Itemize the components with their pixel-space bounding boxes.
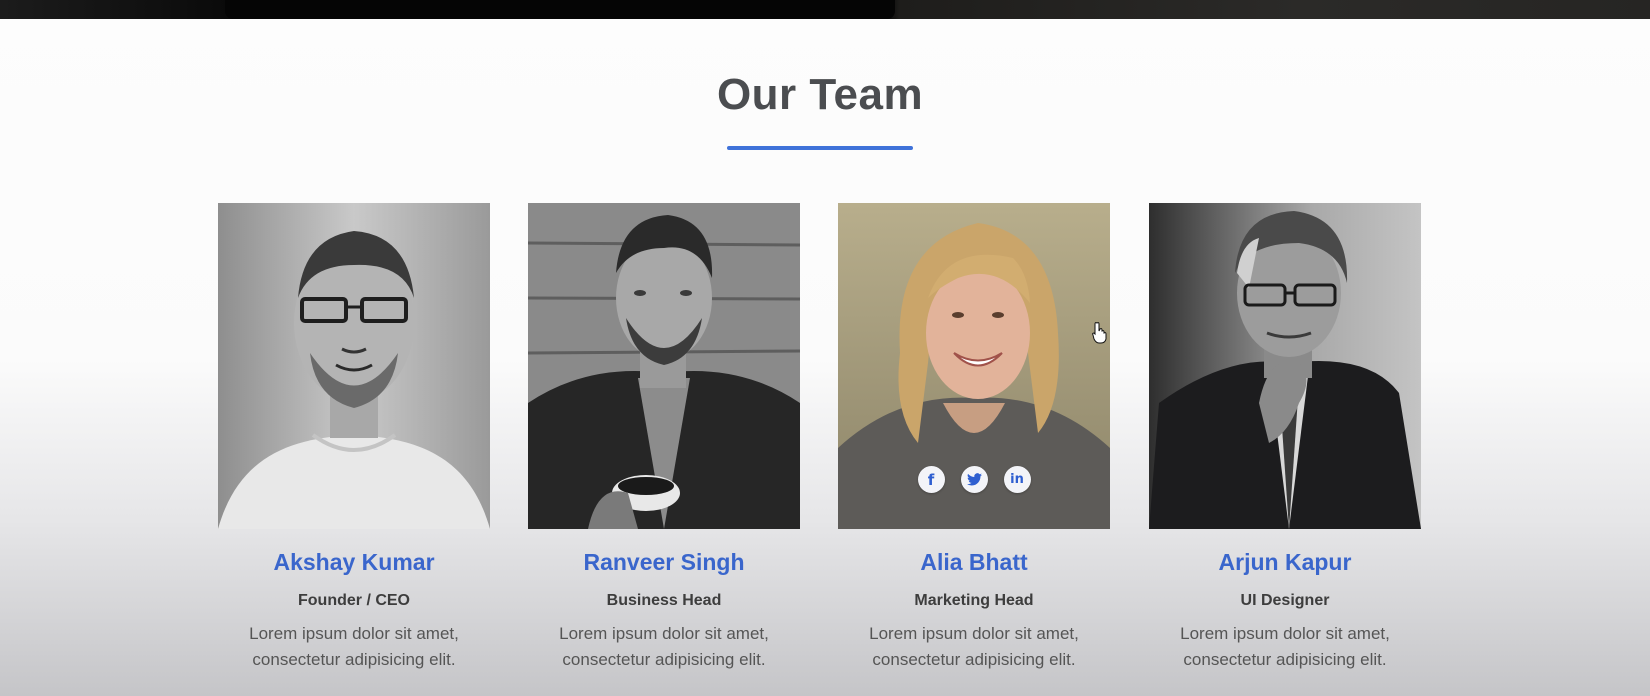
linkedin-icon[interactable]: in bbox=[1003, 466, 1031, 493]
member-name: Akshay Kumar bbox=[273, 549, 435, 575]
team-card-arjun-kapur: Arjun Kapur UI Designer Lorem ipsum dolo… bbox=[1149, 203, 1421, 673]
social-links: f in bbox=[838, 466, 1110, 493]
member-role: Marketing Head bbox=[914, 592, 1034, 609]
team-photo bbox=[528, 203, 800, 529]
twitter-icon[interactable] bbox=[960, 466, 988, 493]
member-description: Lorem ipsum dolor sit amet, consectetur … bbox=[869, 624, 1079, 669]
member-description: Lorem ipsum dolor sit amet, consectetur … bbox=[1180, 624, 1390, 669]
member-role: UI Designer bbox=[1240, 592, 1330, 609]
portrait-image bbox=[1149, 203, 1421, 529]
member-name: Alia Bhatt bbox=[920, 549, 1028, 575]
portrait-image bbox=[218, 203, 490, 529]
member-description: Lorem ipsum dolor sit amet, consectetur … bbox=[249, 624, 459, 669]
team-photo bbox=[218, 203, 490, 529]
team-card-alia-bhatt: f in Alia Bhatt Marketing Head Lorem ips… bbox=[838, 203, 1110, 673]
banner-shadow bbox=[225, 0, 895, 19]
member-name: Ranveer Singh bbox=[583, 549, 745, 575]
section-title: Our Team bbox=[716, 70, 924, 119]
twitter-bird-glyph bbox=[966, 473, 982, 486]
facebook-icon[interactable]: f bbox=[917, 466, 945, 493]
team-photo[interactable]: f in bbox=[838, 203, 1110, 529]
hand-pointer-cursor-icon bbox=[1092, 322, 1107, 344]
member-name: Arjun Kapur bbox=[1218, 549, 1352, 575]
header-banner-strip bbox=[0, 0, 1650, 19]
team-card-akshay-kumar: Akshay Kumar Founder / CEO Lorem ipsum d… bbox=[218, 203, 490, 673]
member-description: Lorem ipsum dolor sit amet, consectetur … bbox=[559, 624, 769, 669]
member-role: Business Head bbox=[606, 592, 722, 609]
team-photo bbox=[1149, 203, 1421, 529]
title-underline bbox=[727, 146, 913, 150]
member-role: Founder / CEO bbox=[298, 592, 410, 609]
portrait-image bbox=[528, 203, 800, 529]
team-card-ranveer-singh: Ranveer Singh Business Head Lorem ipsum … bbox=[528, 203, 800, 673]
